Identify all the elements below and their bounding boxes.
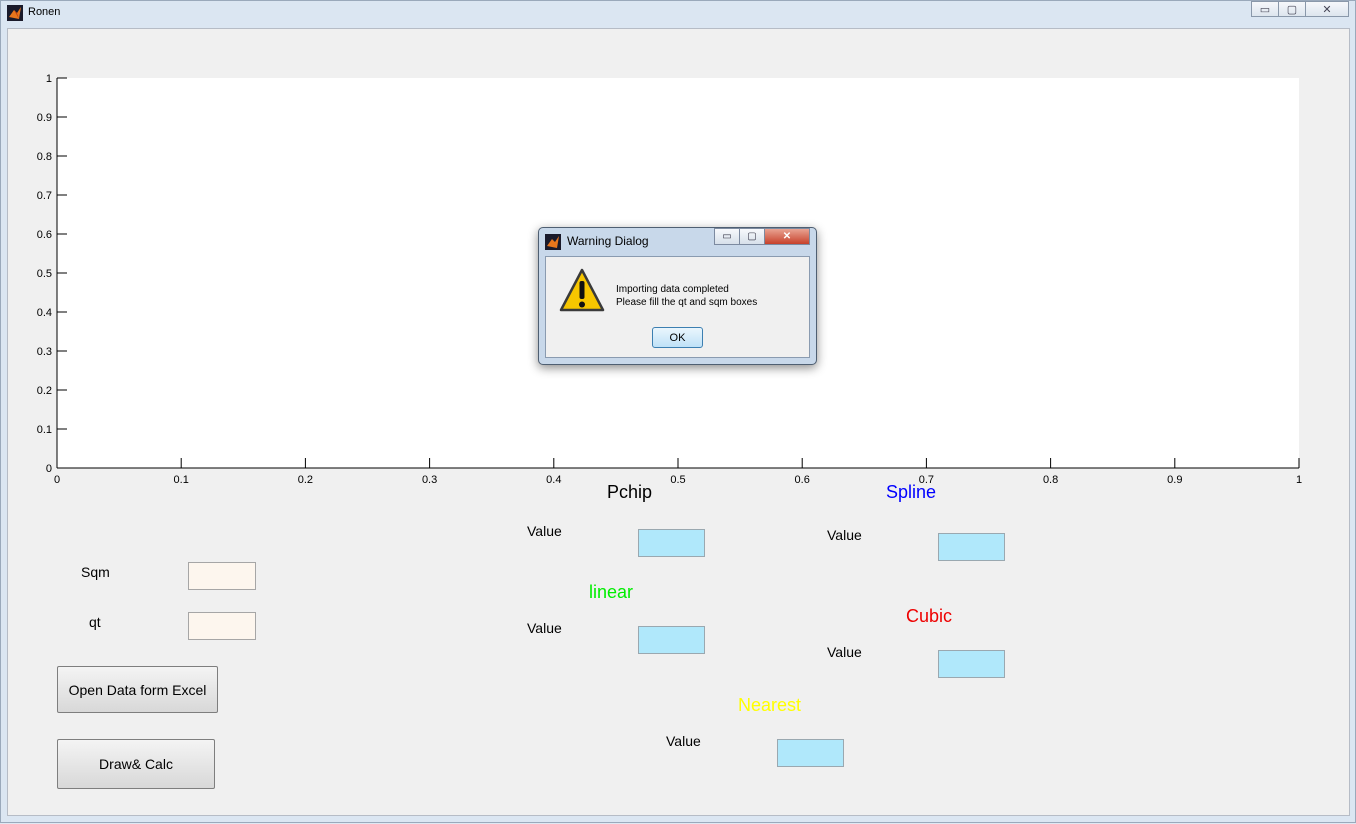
y-tick-label: 0.1 [37, 424, 52, 436]
y-tick-label: 0.4 [37, 307, 52, 319]
y-tick-label: 0.9 [37, 112, 52, 124]
y-tick-label: 0.8 [37, 151, 52, 163]
sqm-label: Sqm [81, 564, 110, 580]
spline-value-label: Value [827, 527, 862, 543]
pchip-value-field[interactable] [638, 529, 705, 557]
dialog-minimize-button[interactable]: ▭ [714, 228, 740, 245]
y-tick-label: 0.6 [37, 229, 52, 241]
warning-icon [559, 268, 605, 312]
nearest-value-label: Value [666, 733, 701, 749]
x-tick-label: 0.2 [298, 474, 313, 486]
x-tick-label: 0.5 [670, 474, 685, 486]
spline-heading: Spline [886, 482, 937, 502]
pchip-value-label: Value [527, 523, 562, 539]
cubic-value-label: Value [827, 644, 862, 660]
x-tick-label: 0.8 [1043, 474, 1058, 486]
dialog-body: Importing data completed Please fill the… [545, 256, 810, 358]
dialog-close-button[interactable]: ✕ [764, 228, 810, 245]
dialog-message-line1: Importing data completed [616, 284, 729, 295]
cubic-value-field[interactable] [938, 650, 1005, 678]
dialog-message: Importing data completed Please fill the… [616, 283, 757, 309]
main-window: Ronen ▭ ▢ ✕ 0 0.1 0.2 0.3 0.4 0.5 0.6 0.7 0.8 0.9… [0, 0, 1356, 823]
x-tick-label: 0.3 [422, 474, 437, 486]
pchip-heading: Pchip [607, 482, 653, 502]
y-tick-label: 1 [46, 73, 52, 85]
x-tick-label: 1 [1296, 474, 1302, 486]
x-tick-label: 0 [54, 474, 60, 486]
y-tick-label: 0.2 [37, 385, 52, 397]
x-tick-label: 0.6 [795, 474, 810, 486]
warning-dialog: Warning Dialog ▭ ▢ ✕ Importing data comp… [538, 227, 817, 365]
qt-input[interactable] [188, 612, 256, 640]
dialog-title: Warning Dialog [567, 234, 649, 248]
y-tick-label: 0 [46, 463, 52, 475]
sqm-input[interactable] [188, 562, 256, 590]
x-tick-label: 0.9 [1167, 474, 1182, 486]
nearest-heading: Nearest [738, 695, 802, 715]
dialog-message-line2: Please fill the qt and sqm boxes [616, 297, 758, 308]
y-tick-label: 0.5 [37, 268, 52, 280]
linear-value-field[interactable] [638, 626, 705, 654]
ok-button[interactable]: OK [652, 327, 703, 348]
draw-calc-button[interactable]: Draw& Calc [57, 739, 215, 789]
qt-label: qt [89, 614, 101, 630]
y-tick-label: 0.3 [37, 346, 52, 358]
spline-value-field[interactable] [938, 533, 1005, 561]
x-tick-label: 0.4 [546, 474, 561, 486]
dialog-maximize-button[interactable]: ▢ [739, 228, 765, 245]
x-tick-label: 0.1 [174, 474, 189, 486]
open-excel-button[interactable]: Open Data form Excel [57, 666, 218, 713]
cubic-heading: Cubic [906, 606, 953, 626]
linear-value-label: Value [527, 620, 562, 636]
linear-heading: linear [589, 582, 634, 602]
nearest-value-field[interactable] [777, 739, 844, 767]
y-tick-label: 0.7 [37, 190, 52, 202]
matlab-icon [545, 234, 561, 250]
